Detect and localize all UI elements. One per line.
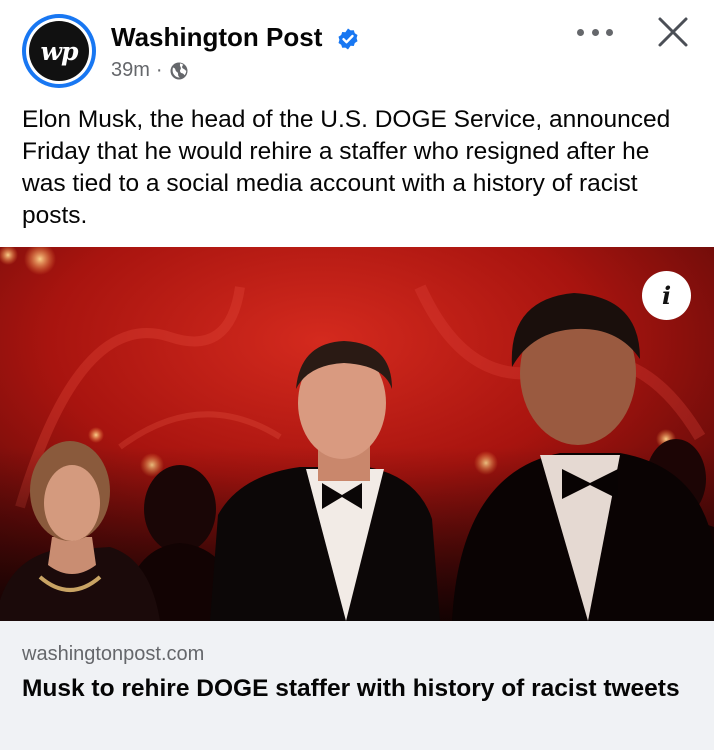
more-dot [591,28,599,36]
post-text: Elon Musk, the head of the U.S. DOGE Ser… [22,106,671,229]
post-time[interactable]: 39m [111,59,150,82]
link-domain: washingtonpost.com [22,643,205,665]
globe-icon [170,62,188,79]
more-options-icon[interactable] [577,20,613,44]
link-title[interactable]: Musk to rehire DOGE staffer with history… [22,673,692,704]
avatar-logo: wp [29,21,89,81]
more-dot [577,28,584,36]
page-name[interactable]: Washington Post [111,22,322,53]
close-icon[interactable] [656,15,690,49]
meta-separator: · [155,59,163,81]
photo-illustration [0,247,714,621]
post-header: wp Washington Post 39m · [0,0,714,92]
more-dot [606,28,613,36]
article-photo[interactable] [0,247,714,621]
info-icon[interactable]: i [642,271,691,320]
page-avatar[interactable]: wp [22,14,96,88]
avatar-ring: wp [26,18,92,84]
post-meta: 39m · [111,59,189,82]
verified-badge-icon [338,28,358,50]
